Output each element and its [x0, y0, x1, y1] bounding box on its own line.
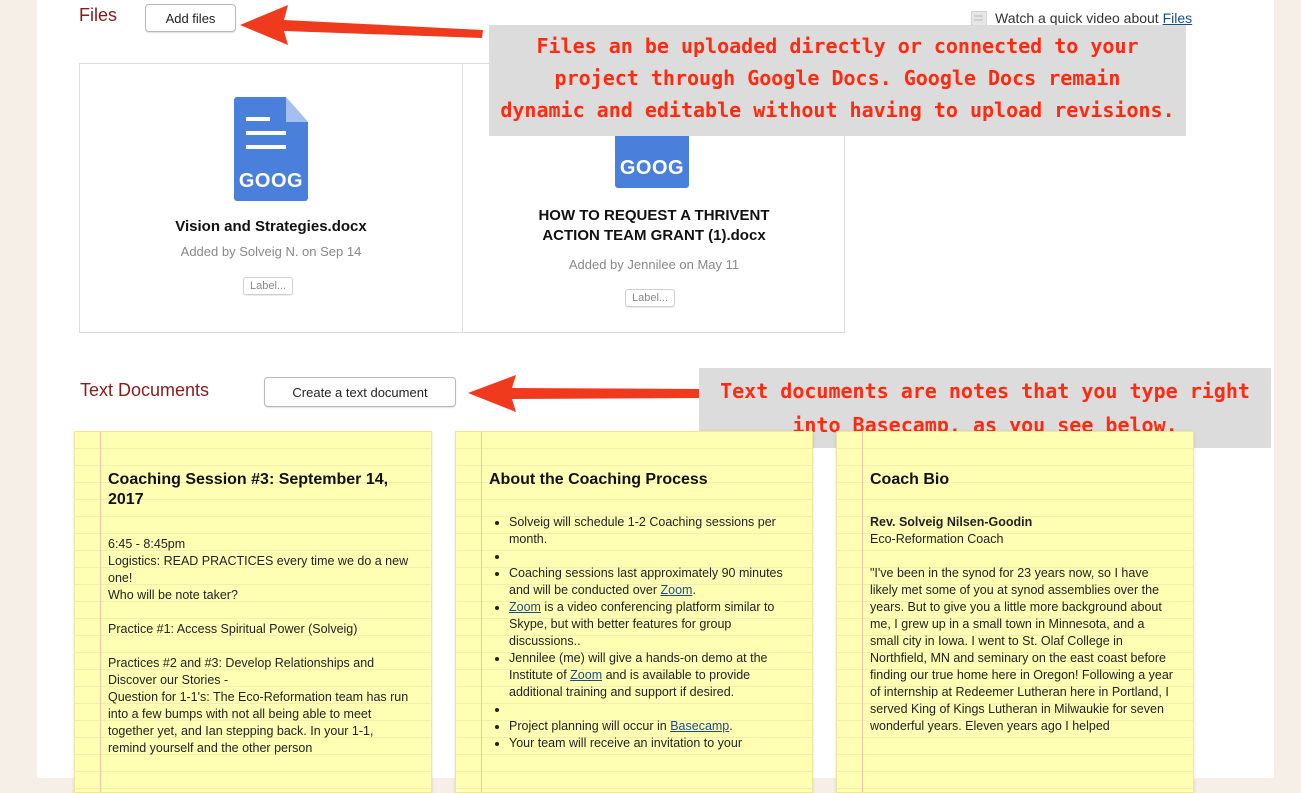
list-item: Jennilee (me) will give a hands-on demo … — [509, 650, 794, 701]
label-button[interactable]: Label... — [243, 277, 294, 295]
arrow-to-add-files — [240, 5, 483, 45]
label-button[interactable]: Label... — [625, 289, 676, 307]
note-line — [108, 604, 413, 621]
note-body: Rev. Solveig Nilsen-Goodin Eco-Reformati… — [870, 514, 1175, 735]
list-item: Solveig will schedule 1-2 Coaching sessi… — [509, 514, 794, 548]
file-meta: Added by Jennilee on May 11 — [568, 257, 740, 272]
arrow-to-create-document — [468, 375, 702, 412]
note-line: 6:45 - 8:45pm — [108, 537, 186, 551]
coach-role: Eco-Reformation Coach — [870, 532, 1004, 546]
note-body: 6:45 - 8:45pm Logistics: READ PRACTICES … — [108, 536, 413, 757]
list-item: Your team will receive an invitation to … — [509, 735, 794, 752]
text-document-note[interactable]: Coaching Session #3: September 14, 2017 … — [74, 431, 432, 793]
note-title[interactable]: Coaching Session #3: September 14, 2017 — [108, 470, 411, 510]
text-document-note[interactable]: About the Coaching Process Solveig will … — [455, 431, 813, 793]
coach-bio: "I've been in the synod for 23 years now… — [870, 566, 1173, 733]
files-callout-line-2: project through Google Docs. Google Docs… — [554, 66, 1121, 90]
video-link-files[interactable]: Files — [1163, 10, 1193, 26]
list-item: Project planning will occur in Basecamp. — [509, 718, 794, 735]
list-item — [509, 548, 794, 565]
note-line: Logistics: READ PRACTICES every time we … — [108, 554, 409, 585]
list-item — [509, 701, 794, 718]
files-section-title: Files — [79, 5, 118, 25]
zoom-link[interactable]: Zoom — [660, 583, 692, 597]
note-title[interactable]: Coach Bio — [870, 470, 1173, 490]
coach-name: Rev. Solveig Nilsen-Goodin — [870, 515, 1033, 529]
note-title[interactable]: About the Coaching Process — [489, 470, 792, 490]
files-callout: Files an be uploaded directly or connect… — [489, 25, 1186, 136]
text-docs-callout-line-1: Text documents are notes that you type r… — [720, 379, 1250, 403]
create-text-document-button[interactable]: Create a text document — [264, 377, 456, 407]
file-meta: Added by Solveig N. on Sep 14 — [180, 244, 362, 259]
file-name-line-2[interactable]: ACTION TEAM GRANT (1).docx — [463, 226, 845, 246]
basecamp-link[interactable]: Basecamp — [670, 719, 729, 733]
google-doc-icon-label: GOOG — [238, 170, 304, 192]
files-callout-line-1: Files an be uploaded directly or connect… — [536, 34, 1139, 58]
note-line: Who will be note taker? — [108, 588, 238, 602]
file-name-line-1[interactable]: HOW TO REQUEST A THRIVENT — [463, 206, 845, 226]
zoom-link[interactable]: Zoom — [509, 600, 541, 614]
note-line: Practices #2 and #3: Develop Relationshi… — [108, 656, 375, 687]
text-document-note[interactable]: Coach Bio Rev. Solveig Nilsen-Goodin Eco… — [836, 431, 1194, 793]
note-line — [108, 638, 413, 655]
file-name[interactable]: Vision and Strategies.docx — [80, 217, 462, 237]
google-doc-icon-label: GOOG — [619, 157, 685, 179]
note-list: Solveig will schedule 1-2 Coaching sessi… — [489, 514, 794, 752]
files-callout-line-3: dynamic and editable without having to u… — [500, 98, 1175, 122]
add-files-button[interactable]: Add files — [145, 4, 236, 32]
note-line: Question for 1-1's: The Eco-Reformation … — [108, 690, 409, 755]
note-line: Practice #1: Access Spiritual Power (Sol… — [108, 622, 358, 636]
list-item: Zoom is a video conferencing platform si… — [509, 599, 794, 650]
file-card[interactable]: GOOG Vision and Strategies.docx Added by… — [80, 64, 462, 332]
video-link-prefix: Watch a quick video about — [995, 10, 1163, 26]
list-item: Coaching sessions last approximately 90 … — [509, 565, 794, 599]
text-documents-section-title: Text Documents — [80, 380, 210, 400]
google-doc-icon[interactable]: GOOG — [234, 97, 308, 201]
zoom-link[interactable]: Zoom — [570, 668, 602, 682]
note-body: Solveig will schedule 1-2 Coaching sessi… — [489, 514, 794, 752]
